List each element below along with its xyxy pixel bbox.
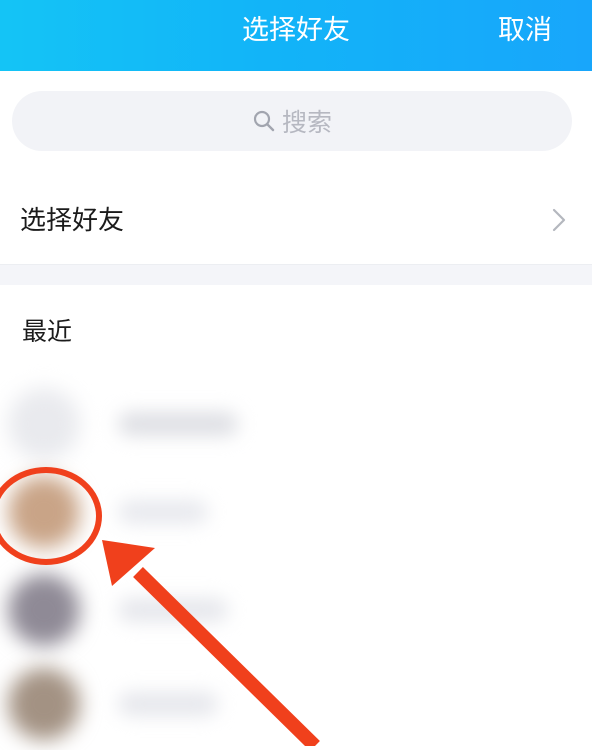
select-friends-row[interactable]: 选择好友 [0, 178, 592, 265]
contact-name-blurred [118, 500, 208, 524]
contact-item[interactable] [0, 660, 592, 750]
select-friends-label: 选择好友 [20, 206, 125, 236]
chevron-right-icon [552, 208, 566, 232]
recent-section-label: 最近 [22, 317, 73, 346]
avatar [8, 574, 80, 646]
contact-item[interactable] [0, 566, 592, 656]
section-divider [0, 265, 592, 285]
search-section: 搜索 [0, 71, 592, 176]
contact-item[interactable] [0, 468, 592, 558]
cancel-button[interactable]: 取消 [498, 0, 552, 62]
search-input[interactable]: 搜索 [12, 91, 572, 151]
avatar [8, 388, 80, 460]
search-placeholder: 搜索 [281, 108, 332, 137]
title-bar: 选择好友 取消 [0, 0, 592, 71]
contact-name-blurred [118, 412, 238, 436]
avatar [8, 476, 80, 548]
contact-item[interactable] [0, 380, 592, 470]
contact-name-blurred [118, 598, 228, 622]
search-icon [253, 110, 275, 132]
contact-name-blurred [118, 692, 218, 716]
avatar [8, 668, 80, 740]
